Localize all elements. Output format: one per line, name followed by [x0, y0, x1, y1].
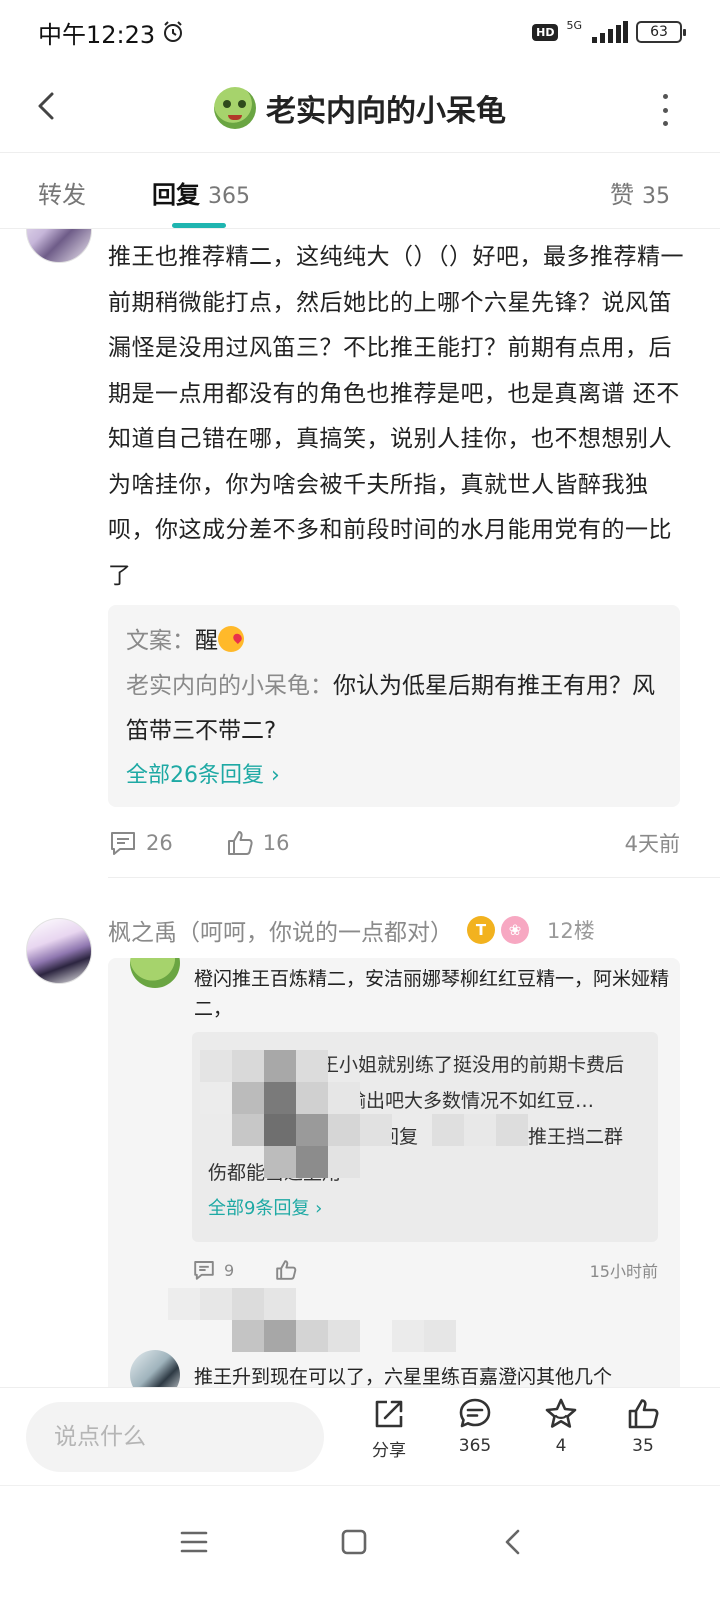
all-replies-link[interactable]: 全部9条回复 › — [208, 1194, 322, 1220]
privacy-mosaic — [192, 1032, 658, 1182]
menu-icon[interactable] — [176, 1524, 212, 1560]
share-label: 分享 — [372, 1441, 406, 1461]
signal-icon — [592, 21, 628, 43]
like-post-count: 35 — [632, 1436, 654, 1456]
share-icon — [375, 1400, 403, 1428]
nav-title-group[interactable]: 老实内向的小呆龟 — [214, 86, 506, 130]
page-title: 老实内向的小呆龟 — [266, 94, 506, 129]
comment-button[interactable]: 9 — [192, 1258, 234, 1282]
reply-time: 15小时前 — [589, 1262, 658, 1281]
all-replies-link[interactable]: 全部26条回复 › — [126, 754, 662, 798]
comments-count: 365 — [458, 1436, 492, 1456]
privacy-mosaic — [168, 1288, 548, 1352]
status-time: 中午12:23 — [38, 20, 156, 49]
sub-reply-author[interactable]: 文案 — [126, 628, 172, 654]
floor-number: 12楼 — [547, 919, 595, 943]
comment-bubble-icon — [459, 1398, 491, 1428]
comment-button[interactable]: 26 — [108, 828, 173, 858]
more-dot-icon — [662, 107, 668, 113]
comment-input[interactable] — [26, 1402, 324, 1472]
tab-like[interactable]: 赞 35 — [610, 175, 670, 210]
battery-level: 63 — [650, 24, 668, 40]
nav-bar: 老实内向的小呆龟 — [0, 64, 720, 152]
tab-reply-count: 365 — [208, 184, 250, 209]
tab-repost-label: 转发 — [38, 181, 86, 209]
tab-like-count: 35 — [642, 184, 670, 209]
more-dot-icon — [662, 121, 668, 126]
alarm-icon — [164, 21, 183, 42]
thumbs-up-icon — [227, 831, 253, 855]
avatar[interactable] — [130, 1350, 180, 1387]
avatar[interactable] — [130, 958, 180, 988]
tab-reply-label: 回复 — [152, 181, 200, 209]
more-options-button[interactable] — [656, 90, 674, 130]
nested-reply-preview[interactable]: 王小姐就别练了挺没用的前期卡费后 期间费操 你说要输出吧大多数情况不如红豆… 回… — [192, 1032, 658, 1242]
thumbs-up-icon — [276, 1260, 297, 1280]
comment-count: 9 — [224, 1260, 235, 1280]
network-type: 5G — [566, 18, 582, 32]
separator: ： — [172, 628, 195, 654]
sub-reply-panel[interactable]: 橙闪推王百炼精二，安洁丽娜琴柳红红豆精一，阿米娅精二， 王小姐就别练了挺没用的前… — [108, 958, 680, 1387]
comment-count: 26 — [146, 831, 173, 855]
like-post-button[interactable]: 35 — [608, 1396, 678, 1476]
back-button[interactable] — [28, 86, 68, 126]
hd-badge: HD — [532, 23, 559, 41]
tab-repost[interactable]: 转发 — [38, 175, 86, 210]
status-indicators: HD 5G 63 — [532, 18, 686, 43]
divider — [108, 877, 720, 878]
comment-icon — [194, 1261, 214, 1280]
reply-body: 推王也推荐精二，这纯纯大（）（）好吧，最多推荐精一前期稍微能打点，然后她比的上哪… — [108, 244, 684, 589]
sub-reply-item: 文案：醒 — [126, 619, 662, 664]
favorite-button[interactable]: 4 — [526, 1396, 596, 1476]
sub-reply-text: 橙闪推王百炼精二，安洁丽娜琴柳红红豆精一，阿米娅精二， — [194, 968, 670, 1020]
comment-icon — [111, 832, 135, 855]
battery-indicator: 63 — [636, 21, 686, 43]
level-badge-icon: T — [467, 916, 495, 944]
sub-reply-item: 老实内向的小呆龟：你认为低星后期有推王有用？风笛带三不带二? — [126, 664, 662, 754]
thumbs-up-icon — [628, 1399, 659, 1429]
sub-reply-text: 推王升到现在可以了，六星里练百嘉澄闪其他几个 — [194, 1366, 613, 1387]
tab-bar: 转发 回复 365 赞 35 — [0, 153, 720, 229]
comments-button[interactable]: 365 — [440, 1396, 510, 1476]
reply-list[interactable]: 推王也推荐精二，这纯纯大（）（）好吧，最多推荐精一前期稍微能打点，然后她比的上哪… — [0, 229, 720, 1387]
reply-time: 4天前 — [624, 832, 680, 856]
reply-author-row: 枫之禹（呵呵，你说的一点都对） T ❀ 12楼 — [108, 910, 595, 950]
avatar[interactable] — [26, 918, 92, 984]
kiss-emoji-icon — [218, 626, 244, 652]
tab-like-label: 赞 — [610, 181, 634, 209]
system-navigation-bar — [0, 1485, 720, 1600]
sub-reply-author[interactable]: 老实内向的小呆龟 — [126, 673, 310, 699]
sub-reply-actions: 9 15小时前 — [192, 1254, 658, 1286]
fan-badge-icon: ❀ — [501, 916, 529, 944]
like-button[interactable] — [274, 1258, 298, 1282]
like-button[interactable]: 16 — [225, 828, 290, 858]
sub-reply-text: 醒 — [195, 628, 218, 654]
tab-reply[interactable]: 回复 365 — [152, 175, 250, 210]
home-icon[interactable] — [336, 1524, 372, 1560]
reply-actions: 26 16 4天前 — [108, 823, 680, 863]
like-count: 16 — [262, 831, 290, 855]
more-dot-icon — [662, 94, 668, 99]
author-avatar[interactable] — [214, 87, 256, 129]
system-back-icon[interactable] — [496, 1524, 532, 1560]
star-icon — [545, 1398, 577, 1428]
status-bar: 中午12:23 HD 5G 63 — [0, 0, 720, 64]
bottom-action-bar: 分享 365 4 35 — [0, 1387, 720, 1485]
sub-reply-preview[interactable]: 文案：醒 老实内向的小呆龟：你认为低星后期有推王有用？风笛带三不带二? 全部26… — [108, 605, 680, 807]
share-button[interactable]: 分享 — [354, 1396, 424, 1476]
separator: ： — [310, 673, 333, 699]
reply-author-name[interactable]: 枫之禹（呵呵，你说的一点都对） — [108, 913, 453, 947]
favorite-count: 4 — [555, 1436, 567, 1456]
avatar[interactable] — [26, 229, 92, 263]
